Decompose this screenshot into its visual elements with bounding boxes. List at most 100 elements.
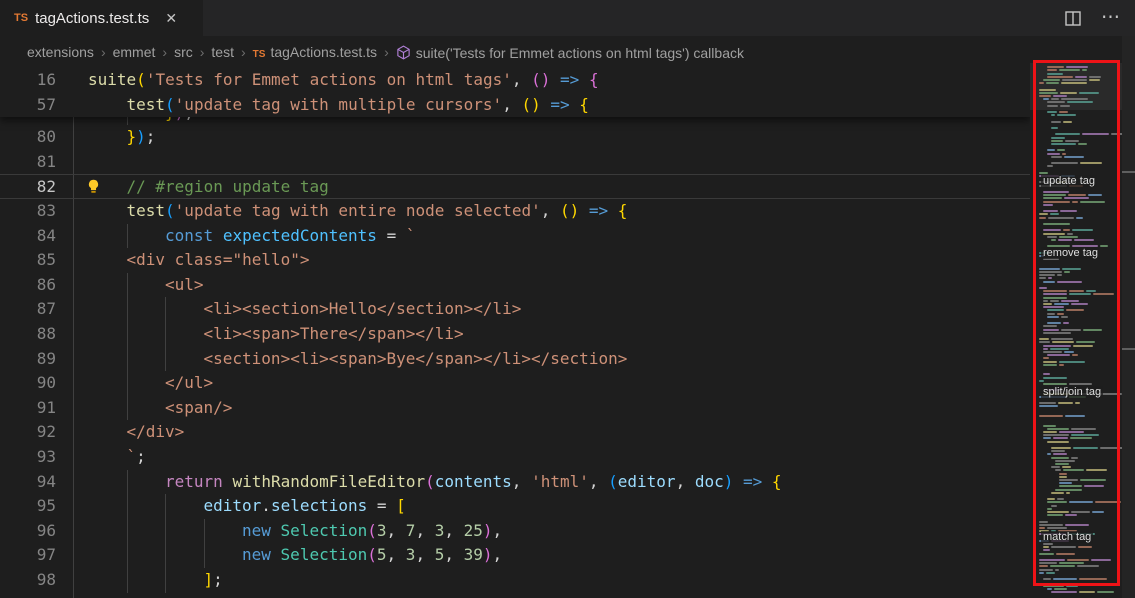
split-editor-icon[interactable] <box>1061 6 1085 30</box>
code-line-98[interactable]: 98]; <box>0 568 1030 593</box>
indent-guide <box>165 297 166 322</box>
lightbulb-icon[interactable] <box>85 178 103 196</box>
code-lines: });80});8182 // #region update tag 83 test(… <box>0 117 1030 598</box>
line-number[interactable]: 80 <box>0 125 56 150</box>
line-number[interactable]: 91 <box>0 396 56 421</box>
minimap-line <box>1043 431 1086 433</box>
line-number[interactable]: 83 <box>0 199 56 224</box>
ts-file-icon: TS <box>14 12 28 24</box>
line-text: return withRandomFileEditor(contents, 'h… <box>165 470 782 495</box>
vscode-window: TS tagActions.test.ts ✕ ⋯ extensions›emm… <box>0 0 1135 598</box>
minimap-line <box>1043 229 1095 231</box>
minimap-line <box>1043 329 1104 331</box>
minimap-line <box>1047 236 1080 238</box>
tab-tagactions-test-ts[interactable]: TS tagActions.test.ts ✕ <box>0 0 203 36</box>
code-line-81[interactable]: 81 <box>0 150 1030 175</box>
code-line-85[interactable]: 85<div class="hello"> <box>0 248 1030 273</box>
minimap-line <box>1047 428 1098 430</box>
line-number[interactable]: 92 <box>0 420 56 445</box>
minimap-line <box>1051 492 1072 494</box>
code-line-94[interactable]: 94 return withRandomFileEditor(contents, … <box>0 470 1030 495</box>
minimap[interactable]: update tagremove tagsplit/join tagmatch … <box>1030 36 1122 598</box>
minimap-line <box>1043 233 1075 235</box>
code-line-93[interactable]: 93`; <box>0 445 1030 470</box>
line-number[interactable]: 96 <box>0 519 56 544</box>
indent-guide <box>127 470 128 495</box>
code-line-84[interactable]: 84const expectedContents = ` <box>0 224 1030 249</box>
close-tab-icon[interactable]: ✕ <box>161 8 181 28</box>
code-line-95[interactable]: 95editor.selections = [ <box>0 494 1030 519</box>
line-number[interactable]: 57 <box>0 93 56 118</box>
minimap-line <box>1043 223 1072 225</box>
line-number[interactable]: 89 <box>0 347 56 372</box>
minimap-line <box>1039 271 1072 273</box>
code-line-91[interactable]: 91<span/> <box>0 396 1030 421</box>
code-line-90[interactable]: 90</ul> <box>0 371 1030 396</box>
minimap-line <box>1039 277 1054 279</box>
line-number[interactable]: 94 <box>0 470 56 495</box>
indent-guide <box>127 371 128 396</box>
minimap-line <box>1047 322 1071 324</box>
line-number[interactable]: 16 <box>0 68 56 93</box>
overview-ruler[interactable] <box>1122 36 1135 598</box>
minimap-line <box>1039 405 1060 407</box>
minimap-line <box>1059 482 1074 484</box>
line-text: // #region update tag <box>127 175 329 200</box>
code-line-87[interactable]: 87<li><section>Hello</section></li> <box>0 297 1030 322</box>
line-text: test('update tag with multiple cursors',… <box>127 93 589 118</box>
breadcrumb-item-symbol[interactable]: suite('Tests for Emmet actions on html t… <box>396 43 744 61</box>
code-line-partial[interactable]: }); <box>0 117 1030 125</box>
line-number[interactable]: 93 <box>0 445 56 470</box>
line-number[interactable]: 86 <box>0 273 56 298</box>
code-line-86[interactable]: 86 <ul> <box>0 273 1030 298</box>
line-number[interactable]: 85 <box>0 248 56 273</box>
code-line-83[interactable]: 83 test('update tag with entire node sele… <box>0 199 1030 224</box>
code-line-82[interactable]: 82 // #region update tag <box>0 174 1030 199</box>
line-number[interactable]: 82 <box>0 175 56 200</box>
code-editor[interactable]: 16suite('Tests for Emmet actions on html… <box>0 68 1030 598</box>
minimap-line <box>1039 268 1083 270</box>
minimap-line <box>1047 316 1070 318</box>
breadcrumb-item-test[interactable]: test <box>211 44 234 60</box>
line-text: test('update tag with entire node select… <box>127 199 628 224</box>
line-number[interactable]: 84 <box>0 224 56 249</box>
minimap-line <box>1043 191 1071 193</box>
more-actions-icon[interactable]: ⋯ <box>1099 6 1123 30</box>
sticky-line-57[interactable]: 57 test('update tag with multiple cursors… <box>0 93 1030 118</box>
line-number[interactable]: 95 <box>0 494 56 519</box>
minimap-line <box>1039 380 1046 382</box>
minimap-line <box>1039 562 1086 564</box>
minimap-line <box>1039 274 1064 276</box>
line-number[interactable]: 81 <box>0 150 56 175</box>
code-line-89[interactable]: 89<section><li><span>Bye</span></li></se… <box>0 347 1030 372</box>
line-number[interactable]: 88 <box>0 322 56 347</box>
code-line-96[interactable]: 96new Selection(3, 7, 3, 25), <box>0 519 1030 544</box>
line-number[interactable]: 90 <box>0 371 56 396</box>
code-line-88[interactable]: 88<li><span>There</span></li> <box>0 322 1030 347</box>
minimap-line <box>1047 441 1071 443</box>
breadcrumb-item-emmet[interactable]: emmet <box>113 44 156 60</box>
minimap-line <box>1039 213 1061 215</box>
line-number[interactable]: 87 <box>0 297 56 322</box>
breadcrumb-item-file[interactable]: TStagActions.test.ts <box>253 44 377 60</box>
line-text: <ul> <box>165 273 204 298</box>
code-line-97[interactable]: 97new Selection(5, 3, 5, 39), <box>0 543 1030 568</box>
breadcrumb-item-src[interactable]: src <box>174 44 193 60</box>
line-number[interactable]: 98 <box>0 568 56 593</box>
minimap-line <box>1047 101 1095 103</box>
line-number[interactable]: 97 <box>0 543 56 568</box>
sticky-line-16[interactable]: 16suite('Tests for Emmet actions on html… <box>0 68 1030 93</box>
code-line-80[interactable]: 80}); <box>0 125 1030 150</box>
minimap-line <box>1043 204 1055 206</box>
minimap-line <box>1047 73 1065 75</box>
minimap-line <box>1047 111 1070 113</box>
minimap-section-label: split/join tag <box>1041 386 1103 398</box>
minimap-line <box>1043 290 1098 292</box>
code-line-92[interactable]: 92</div> <box>0 420 1030 445</box>
minimap-line <box>1051 140 1081 142</box>
minimap-line <box>1051 127 1060 129</box>
breadcrumb-item-extensions[interactable]: extensions <box>27 44 94 60</box>
breadcrumb-file-label: tagActions.test.ts <box>270 44 377 60</box>
minimap-line <box>1047 498 1066 500</box>
minimap-line <box>1047 501 1123 503</box>
